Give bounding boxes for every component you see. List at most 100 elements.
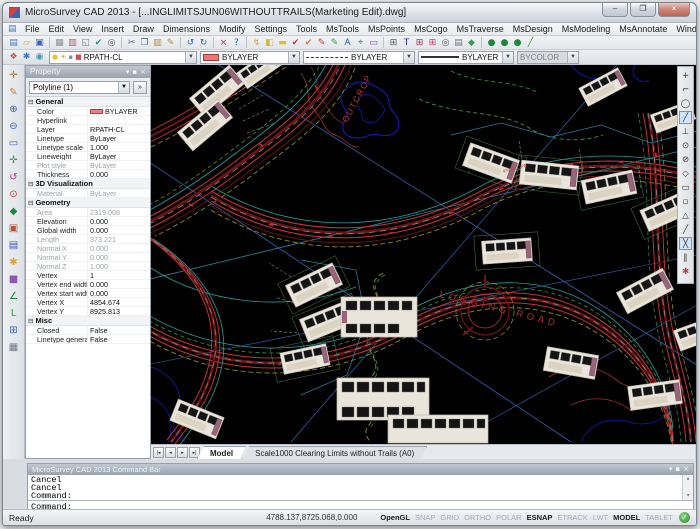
- property-value[interactable]: 2319.008: [88, 208, 150, 216]
- property-value[interactable]: ByLayer: [88, 152, 150, 160]
- ms-tools-icon[interactable]: ✱: [6, 256, 22, 270]
- pin-icon[interactable]: ▪: [675, 464, 680, 475]
- toggle-polar[interactable]: POLAR: [496, 513, 521, 522]
- ms-run-icon[interactable]: ↯: [250, 37, 263, 49]
- help-icon[interactable]: ?: [230, 37, 243, 49]
- command-history[interactable]: ▴ ▾ CancelCancelCommand:: [28, 475, 693, 501]
- polar-tracking-icon[interactable]: +: [679, 69, 692, 82]
- section-header-general[interactable]: ⊟General: [26, 97, 150, 107]
- command-history-scrollbar[interactable]: ▴ ▾: [682, 475, 693, 500]
- undo-icon[interactable]: ↺: [184, 37, 197, 49]
- property-value[interactable]: 0.000: [88, 217, 150, 225]
- collapse-box-icon[interactable]: ⊟: [28, 98, 33, 106]
- menu-window[interactable]: Window: [672, 24, 697, 34]
- collapse-box-icon[interactable]: ⊟: [28, 199, 33, 207]
- zoom-in-icon[interactable]: ⊕: [6, 103, 22, 117]
- menu-file[interactable]: File: [21, 24, 45, 34]
- collapse-icon[interactable]: ▾: [126, 66, 130, 78]
- snap-from-icon[interactable]: ⌐: [679, 83, 692, 96]
- toggle-model[interactable]: MODEL: [613, 513, 640, 522]
- pin-icon[interactable]: ▪: [132, 66, 137, 78]
- toggle-snap[interactable]: SNAP: [415, 513, 435, 522]
- menu-mspoints[interactable]: MsPoints: [364, 24, 410, 34]
- point-display-1-icon[interactable]: ●: [485, 37, 498, 49]
- ms-coords-icon[interactable]: ⊞: [387, 37, 400, 49]
- close-button[interactable]: ×: [658, 3, 690, 17]
- zoom-window-icon[interactable]: ▭: [6, 137, 22, 151]
- property-value[interactable]: 8925.813: [88, 307, 150, 315]
- pan-icon[interactable]: ✛: [6, 154, 22, 168]
- menu-settings[interactable]: Settings: [250, 24, 292, 34]
- ms-reports-icon[interactable]: ▤: [6, 239, 22, 253]
- collapse-box-icon[interactable]: ⊟: [28, 180, 33, 188]
- toggle-etrack[interactable]: ETRACK: [557, 513, 587, 522]
- property-value[interactable]: 0.000: [88, 280, 150, 288]
- scroll-up-icon[interactable]: ▴: [686, 475, 690, 483]
- layer-states-icon[interactable]: ✱: [20, 51, 33, 63]
- table-edit-icon[interactable]: ⊞: [426, 37, 439, 49]
- ms-selection-icon[interactable]: ✛: [6, 69, 22, 83]
- cut-icon[interactable]: ✂: [125, 37, 138, 49]
- menu-draw[interactable]: Draw: [128, 24, 158, 34]
- erase-icon[interactable]: ×: [217, 37, 230, 49]
- property-value[interactable]: ByLayer: [88, 134, 150, 142]
- property-panel-titlebar[interactable]: Property ▾ ▪ ×: [26, 66, 150, 78]
- ms-edit-green-icon[interactable]: ✎: [328, 37, 341, 49]
- section-header-3d-visualization[interactable]: ⊟3D Visualization: [26, 179, 150, 189]
- close-icon[interactable]: ×: [683, 464, 689, 475]
- copy-icon[interactable]: ❐: [138, 37, 151, 49]
- property-value[interactable]: 0.000: [88, 226, 150, 234]
- property-value[interactable]: 1: [88, 271, 150, 279]
- layer-preview-icon[interactable]: ◉: [33, 51, 46, 63]
- zoom-out-icon[interactable]: ⊖: [6, 120, 22, 134]
- cogo-corner-icon[interactable]: L: [6, 307, 22, 321]
- plot-icon[interactable]: ▥: [66, 37, 79, 49]
- ms-station-icon[interactable]: ⌖: [354, 37, 367, 49]
- snap-apparent-icon[interactable]: ╱: [679, 223, 692, 236]
- paste-icon[interactable]: ▥: [151, 37, 164, 49]
- collapse-box-icon[interactable]: ⊟: [28, 317, 33, 325]
- print-preview-icon[interactable]: ◱: [79, 37, 92, 49]
- snap-tangent-icon[interactable]: ⊘: [679, 153, 692, 166]
- menu-view[interactable]: View: [69, 24, 97, 34]
- selection-combobox[interactable]: Polyline (1) ▼: [29, 81, 130, 94]
- redo-icon[interactable]: ↻: [197, 37, 210, 49]
- tab-scale1000-clearing-limits[interactable]: Scale1000 Clearing Limits without Trails…: [242, 446, 427, 459]
- cogo-angle-icon[interactable]: ∠: [6, 290, 22, 304]
- menu-mstraverse[interactable]: MsTraverse: [452, 24, 508, 34]
- match-properties-icon[interactable]: ✎: [164, 37, 177, 49]
- minimize-button[interactable]: –: [602, 3, 628, 17]
- ms-annotate-icon[interactable]: A: [341, 37, 354, 49]
- expand-selection-button[interactable]: »: [133, 81, 147, 94]
- snap-center-icon[interactable]: ◯: [679, 97, 692, 110]
- menu-mstools[interactable]: MsTools: [322, 24, 364, 34]
- menu-tools[interactable]: Tools: [292, 24, 322, 34]
- layer-explorer-icon[interactable]: ❖: [7, 51, 20, 63]
- property-value[interactable]: 0.000: [88, 170, 150, 178]
- toggle-lwt[interactable]: LWT: [593, 513, 608, 522]
- property-value[interactable]: 373.221: [88, 235, 150, 243]
- spell-check-icon[interactable]: ✔: [92, 37, 105, 49]
- text-icon[interactable]: T: [400, 37, 413, 49]
- menu-mscogo[interactable]: MsCogo: [410, 24, 453, 34]
- toggle-grid[interactable]: GRID: [440, 513, 459, 522]
- ms-frame-icon[interactable]: ▭: [367, 37, 380, 49]
- property-value[interactable]: 4854.674: [88, 298, 150, 306]
- property-value[interactable]: 1.000: [88, 262, 150, 270]
- new-file-icon[interactable]: ▤: [7, 37, 20, 49]
- snap-insert-icon[interactable]: ▭: [679, 181, 692, 194]
- menu-insert[interactable]: Insert: [97, 24, 129, 34]
- notes-icon[interactable]: ▤: [452, 37, 465, 49]
- ms-3d-view-icon[interactable]: ◆: [6, 205, 22, 219]
- snap-node-icon[interactable]: ◇: [679, 167, 692, 180]
- collapse-icon[interactable]: ▾: [669, 464, 673, 475]
- menu-dimensions[interactable]: Dimensions: [158, 24, 214, 34]
- snap-none-icon[interactable]: ✱: [679, 265, 692, 278]
- menu-msannotate[interactable]: MsAnnotate: [615, 24, 672, 34]
- next-tab-icon[interactable]: ▸: [177, 447, 188, 458]
- open-folder-icon[interactable]: ▱: [20, 37, 33, 49]
- toggle-tablet[interactable]: TABLET: [645, 513, 673, 522]
- point-display-2-icon[interactable]: ●: [498, 37, 511, 49]
- last-tab-icon[interactable]: ▸|: [189, 447, 200, 458]
- command-bar-titlebar[interactable]: MicroSurvey CAD 2013 Command Bar ▾ ▪ ×: [28, 464, 693, 475]
